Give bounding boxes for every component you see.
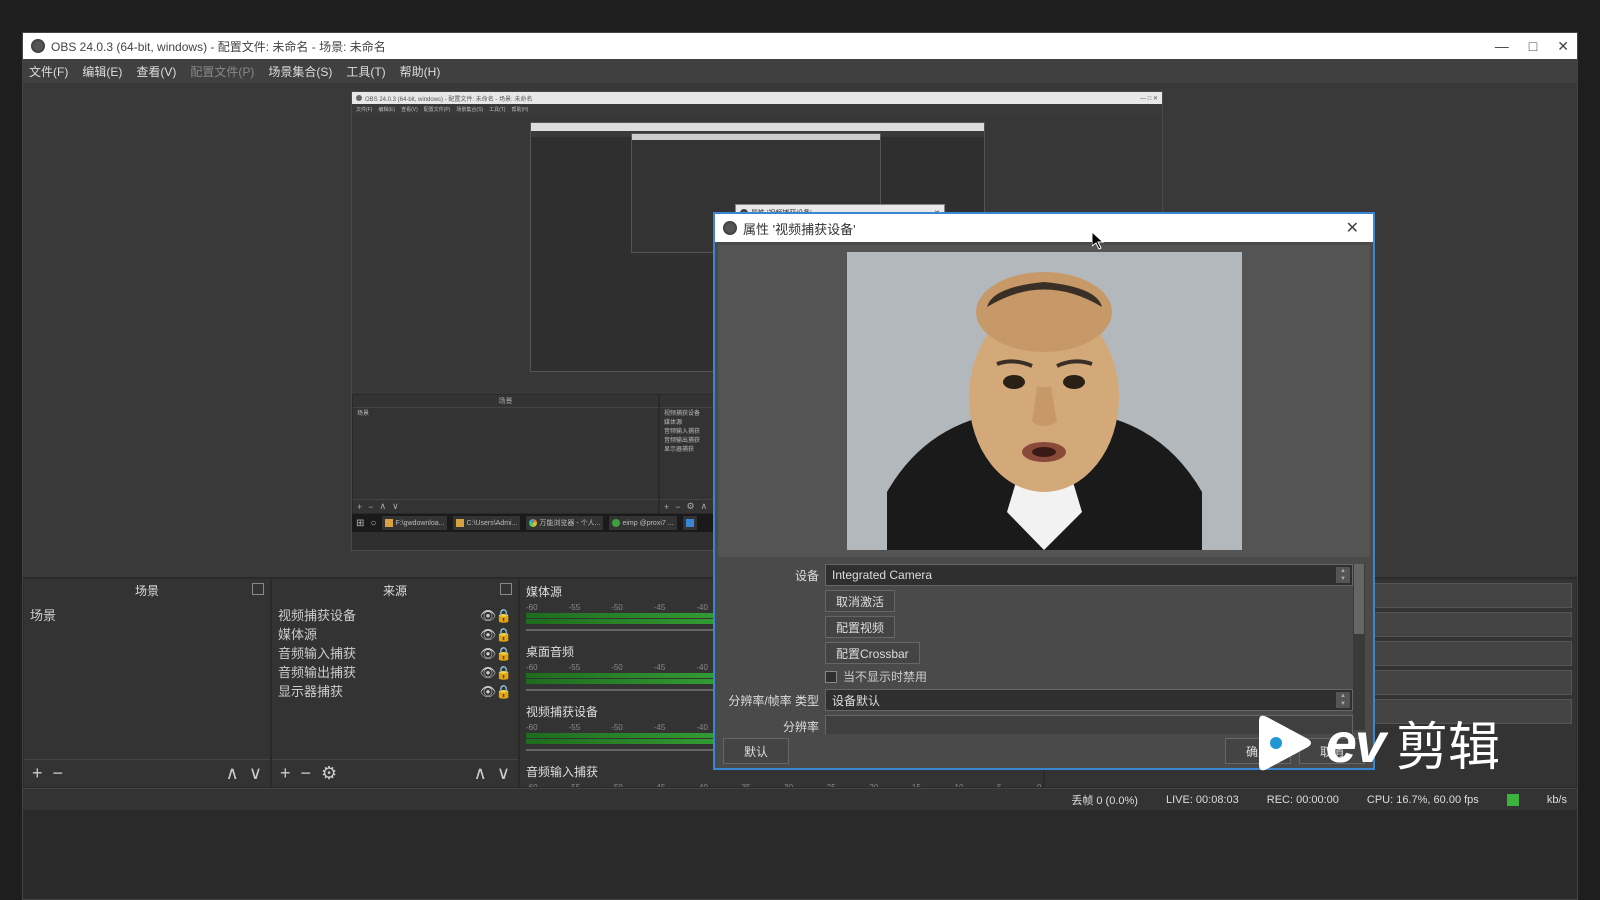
menu-edit[interactable]: 编辑(E) [82, 63, 122, 80]
obs-icon [723, 221, 737, 235]
scenes-dock: 场景 场景 + − ∧ ∨ [23, 578, 271, 788]
disable-when-hidden-checkbox[interactable] [825, 671, 837, 683]
device-label: 设备 [723, 567, 819, 584]
source-item[interactable]: 视频捕获设备👁🔒 [278, 606, 512, 625]
lock-icon[interactable]: 🔒 [496, 608, 512, 624]
remove-source-button[interactable]: − [301, 763, 312, 784]
scene-item[interactable]: 场景 [30, 606, 264, 625]
configure-crossbar-button[interactable]: 配置Crossbar [825, 642, 920, 664]
menu-scene-collection[interactable]: 场景集合(S) [268, 63, 332, 80]
source-item[interactable]: 媒体源👁🔒 [278, 625, 512, 644]
mixer-channel-name: 音频输入捕获 [526, 763, 598, 780]
bitrate: kb/s [1547, 794, 1567, 806]
close-button[interactable]: ✕ [1557, 38, 1569, 55]
mixer-channel-name: 媒体源 [526, 583, 562, 600]
defaults-button[interactable]: 默认 [723, 738, 789, 764]
menu-help[interactable]: 帮助(H) [400, 63, 441, 80]
source-item[interactable]: 音频输入捕获👁🔒 [278, 644, 512, 663]
source-item[interactable]: 音频输出捕获👁🔒 [278, 663, 512, 682]
lock-icon[interactable]: 🔒 [496, 627, 512, 643]
live-time: LIVE: 00:08:03 [1166, 794, 1239, 806]
cpu-fps: CPU: 16.7%, 60.00 fps [1367, 794, 1479, 806]
scene-up-button[interactable]: ∧ [226, 763, 239, 784]
deactivate-button[interactable]: 取消激活 [825, 590, 895, 612]
resolution-type-select[interactable]: 设备默认▲▼ [825, 689, 1353, 711]
lock-icon[interactable]: 🔒 [496, 646, 512, 662]
scene-down-button[interactable]: ∨ [249, 763, 262, 784]
form-scrollbar[interactable] [1353, 564, 1365, 730]
eye-icon[interactable]: 👁 [480, 684, 496, 700]
properties-dialog: 属性 '视频捕获设备' ✕ 设备 [713, 212, 1375, 770]
dock-popout-icon[interactable] [500, 583, 512, 595]
resolution-type-label: 分辨率/帧率 类型 [723, 692, 819, 709]
stream-status-indicator [1507, 794, 1519, 806]
lock-icon[interactable]: 🔒 [496, 684, 512, 700]
eye-icon[interactable]: 👁 [480, 608, 496, 624]
dialog-titlebar[interactable]: 属性 '视频捕获设备' ✕ [715, 214, 1373, 242]
disable-when-hidden-label: 当不显示时禁用 [843, 668, 927, 685]
sources-header: 来源 [383, 584, 407, 598]
resolution-label: 分辨率 [723, 718, 819, 735]
obs-icon [31, 39, 45, 53]
dialog-close-button[interactable]: ✕ [1340, 218, 1365, 238]
add-source-button[interactable]: + [280, 763, 291, 784]
source-item[interactable]: 显示器捕获👁🔒 [278, 682, 512, 701]
minimize-button[interactable]: — [1495, 38, 1509, 55]
scenes-toolbar: + − ∧ ∨ [24, 759, 270, 787]
eye-icon[interactable]: 👁 [480, 627, 496, 643]
configure-video-button[interactable]: 配置视频 [825, 616, 895, 638]
ok-button[interactable]: 确定 [1225, 738, 1291, 764]
dialog-preview [718, 245, 1370, 557]
lock-icon[interactable]: 🔒 [496, 665, 512, 681]
dialog-title: 属性 '视频捕获设备' [743, 219, 856, 238]
window-title: OBS 24.0.3 (64-bit, windows) - 配置文件: 未命名… [51, 38, 386, 55]
menu-file[interactable]: 文件(F) [29, 63, 68, 80]
source-properties-button[interactable]: ⚙ [321, 763, 337, 784]
mixer-channel-name: 视频捕获设备 [526, 703, 598, 720]
menubar: 文件(F) 编辑(E) 查看(V) 配置文件(P) 场景集合(S) 工具(T) … [23, 59, 1577, 83]
source-down-button[interactable]: ∨ [497, 763, 510, 784]
rec-time: REC: 00:00:00 [1267, 794, 1339, 806]
menu-profile[interactable]: 配置文件(P) [190, 63, 254, 80]
sources-toolbar: + − ⚙ ∧ ∨ [272, 759, 518, 787]
device-select[interactable]: Integrated Camera▲▼ [825, 564, 1353, 586]
resolution-select [825, 715, 1353, 734]
scenes-header: 场景 [135, 584, 159, 598]
remove-scene-button[interactable]: − [53, 763, 64, 784]
dropped-frames: 丢帧 0 (0.0%) [1071, 792, 1138, 808]
statusbar: 丢帧 0 (0.0%) LIVE: 00:08:03 REC: 00:00:00… [23, 788, 1577, 810]
maximize-button[interactable]: □ [1529, 38, 1537, 55]
dock-popout-icon[interactable] [252, 583, 264, 595]
eye-icon[interactable]: 👁 [480, 665, 496, 681]
mixer-channel-name: 桌面音频 [526, 643, 574, 660]
sources-dock: 来源 视频捕获设备👁🔒 媒体源👁🔒 音频输入捕获👁🔒 音频输出捕获👁🔒 显示器捕… [271, 578, 519, 788]
source-up-button[interactable]: ∧ [474, 763, 487, 784]
add-scene-button[interactable]: + [32, 763, 43, 784]
dialog-form: 设备 Integrated Camera▲▼ 取消激活 配置视频 配置Cross… [715, 560, 1373, 734]
window-titlebar: OBS 24.0.3 (64-bit, windows) - 配置文件: 未命名… [23, 33, 1577, 59]
menu-tools[interactable]: 工具(T) [346, 63, 385, 80]
eye-icon[interactable]: 👁 [480, 646, 496, 662]
cancel-button[interactable]: 取消 [1299, 738, 1365, 764]
menu-view[interactable]: 查看(V) [136, 63, 176, 80]
camera-feed [847, 252, 1242, 550]
